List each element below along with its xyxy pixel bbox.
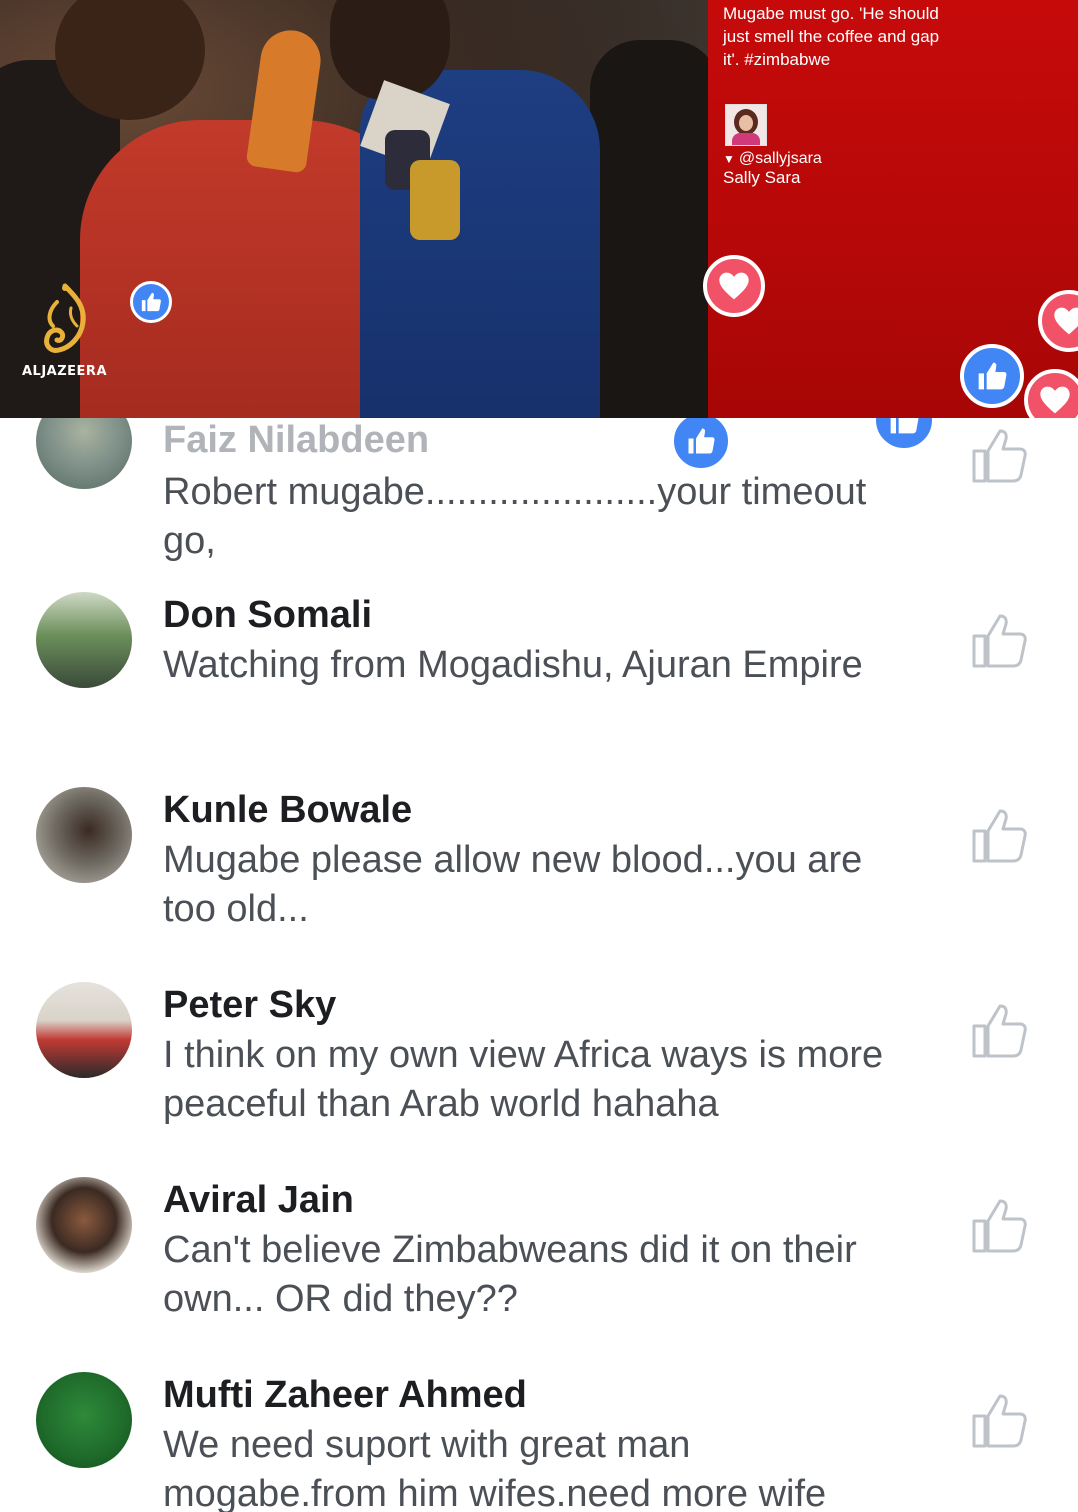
commenter-name[interactable]: Peter Sky: [163, 984, 336, 1027]
comment-text: Watching from Mogadishu, Ajuran Empire: [163, 644, 863, 686]
commenter-name[interactable]: Don Somali: [163, 594, 372, 637]
love-reaction-icon: [703, 255, 765, 317]
commenter-avatar[interactable]: [36, 1177, 132, 1273]
channel-logo-text: ALJAZEERA: [22, 364, 108, 379]
comment-item: Mufti Zaheer Ahmed We need suport with g…: [0, 1358, 1078, 1512]
comment-like-icon[interactable]: [968, 608, 1032, 672]
commenter-name[interactable]: Mufti Zaheer Ahmed: [163, 1374, 527, 1417]
comment-item: Peter Sky I think on my own view Africa …: [0, 968, 1078, 1163]
comment-text: Robert mugabe......................your …: [163, 471, 867, 562]
comment-item: Don Somali Watching from Mogadishu, Ajur…: [0, 578, 1078, 773]
comment-item: Aviral Jain Can't believe Zimbabweans di…: [0, 1163, 1078, 1358]
comment-text: Mugabe please allow new blood...you are …: [163, 839, 863, 930]
live-comments-list[interactable]: Faiz Nilabdeen Robert mugabe............…: [0, 418, 1078, 1512]
twitter-bird-icon: ▼: [723, 152, 735, 166]
tweet-handle-text: @sallyjsara: [738, 150, 822, 167]
commenter-name[interactable]: Aviral Jain: [163, 1179, 354, 1222]
comment-text: Can't believe Zimbabweans did it on thei…: [163, 1229, 857, 1320]
commenter-name[interactable]: Faiz Nilabdeen: [163, 419, 429, 462]
tweet-text: Mugabe must go. 'He should just smell th…: [723, 4, 940, 69]
comment-like-icon[interactable]: [968, 998, 1032, 1062]
tweet-author-name: Sally Sara: [723, 168, 801, 187]
comment-like-icon[interactable]: [968, 803, 1032, 867]
like-reaction-icon: [960, 344, 1024, 408]
commenter-name[interactable]: Kunle Bowale: [163, 789, 412, 832]
commenter-avatar[interactable]: [36, 592, 132, 688]
commenter-avatar[interactable]: [36, 787, 132, 883]
like-reaction-icon: [130, 281, 172, 323]
commenter-avatar[interactable]: [36, 1372, 132, 1468]
tweet-author-avatar: [725, 104, 767, 146]
comment-text: I think on my own view Africa ways is mo…: [163, 1034, 884, 1125]
live-video-player[interactable]: Mugabe must go. 'He should just smell th…: [0, 0, 1078, 418]
commenter-avatar[interactable]: [36, 418, 132, 489]
commenter-avatar[interactable]: [36, 982, 132, 1078]
tweet-overlay: Mugabe must go. 'He should just smell th…: [708, 0, 1078, 418]
comment-like-icon[interactable]: [968, 1388, 1032, 1452]
aljazeera-emblem-icon: [43, 283, 86, 353]
tweet-handle: ▼ @sallyjsara: [723, 149, 822, 169]
comment-like-icon[interactable]: [968, 423, 1032, 487]
comment-item: Kunle Bowale Mugabe please allow new blo…: [0, 773, 1078, 968]
aljazeera-logo: ALJAZEERA: [22, 282, 107, 379]
comment-text: We need suport with great man mogabe.fro…: [163, 1424, 827, 1512]
comment-like-icon[interactable]: [968, 1193, 1032, 1257]
